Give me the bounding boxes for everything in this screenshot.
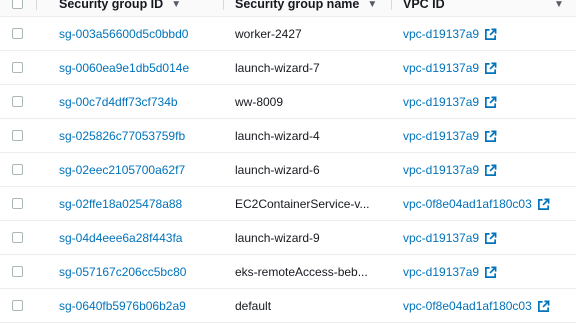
security-group-name: launch-wizard-4 (235, 129, 320, 143)
security-group-name: worker-2427 (235, 27, 302, 41)
security-group-name: ww-8009 (235, 95, 284, 109)
vpc-id-link[interactable]: vpc-d19137a9 (403, 153, 497, 187)
external-link-icon[interactable] (484, 164, 497, 177)
column-divider (36, 0, 37, 10)
row-checkbox[interactable] (12, 62, 23, 73)
vpc-id-link[interactable]: vpc-d19137a9 (403, 119, 497, 153)
security-group-name: EC2ContainerService-v... (235, 197, 370, 211)
vpc-id-text[interactable]: vpc-d19137a9 (403, 221, 479, 255)
security-group-id-link[interactable]: sg-00c7d4dff73cf734b (59, 85, 178, 119)
external-link-icon[interactable] (484, 232, 497, 245)
column-header-vpc-id[interactable]: VPC ID (403, 0, 445, 16)
row-checkbox[interactable] (12, 198, 23, 209)
vpc-id-link[interactable]: vpc-d19137a9 (403, 255, 497, 289)
security-group-id-link[interactable]: sg-04d4eee6a28f443fa (59, 221, 182, 255)
table-header: Security group ID ▼ Security group name … (0, 0, 576, 17)
security-group-id-link[interactable]: sg-057167c206cc5bc80 (59, 255, 186, 289)
column-header-security-group-id[interactable]: Security group ID ▼ (59, 0, 181, 16)
row-checkbox[interactable] (12, 300, 23, 311)
security-group-name: eks-remoteAccess-beb... (235, 265, 368, 279)
security-group-name: launch-wizard-9 (235, 231, 320, 245)
security-group-name: default (235, 299, 272, 313)
table-row[interactable]: sg-04d4eee6a28f443fa launch-wizard-9 vpc-d… (0, 221, 576, 255)
row-checkbox[interactable] (12, 164, 23, 175)
vpc-id-text[interactable]: vpc-d19137a9 (403, 153, 479, 187)
vpc-id-link[interactable]: vpc-d19137a9 (403, 51, 497, 85)
table-row[interactable]: sg-003a56600d5c0bbd0 worker-2427 vpc-d1913… (0, 17, 576, 51)
row-checkbox[interactable] (12, 266, 23, 277)
vpc-id-link[interactable]: vpc-d19137a9 (403, 85, 497, 119)
security-group-name: launch-wizard-7 (235, 61, 320, 75)
security-group-id-link[interactable]: sg-0060ea9e1db5d014e (59, 51, 189, 85)
vpc-id-text[interactable]: vpc-d19137a9 (403, 51, 479, 85)
security-group-id-link[interactable]: sg-003a56600d5c0bbd0 (59, 17, 188, 51)
security-group-id-link[interactable]: sg-025826c77053759fb (59, 119, 185, 153)
caret-down-icon[interactable]: ▼ (554, 0, 564, 16)
security-groups-table: Security group ID ▼ Security group name … (0, 0, 576, 324)
external-link-icon[interactable] (484, 96, 497, 109)
table-row[interactable]: sg-057167c206cc5bc80 eks-remoteAccess-beb… (0, 255, 576, 289)
security-group-id-link[interactable]: sg-02eec2105700a62f7 (59, 153, 185, 187)
vpc-id-text[interactable]: vpc-0f8e04ad1af180c03 (403, 187, 532, 221)
column-header-security-group-name[interactable]: Security group name ▼ (235, 0, 377, 16)
column-divider (391, 0, 392, 10)
table-row[interactable]: sg-0640fb5976b06b2a9 default vpc-0f8e04ad1… (0, 289, 576, 323)
column-header-label: Security group name (235, 0, 360, 11)
security-group-id-link[interactable]: sg-0640fb5976b06b2a9 (59, 289, 186, 323)
select-all-checkbox[interactable] (12, 0, 23, 9)
vpc-id-link[interactable]: vpc-d19137a9 (403, 221, 497, 255)
security-group-id-link[interactable]: sg-02ffe18a025478a88 (59, 187, 182, 221)
external-link-icon[interactable] (537, 198, 550, 211)
vpc-id-text[interactable]: vpc-d19137a9 (403, 17, 479, 51)
vpc-id-text[interactable]: vpc-0f8e04ad1af180c03 (403, 289, 532, 323)
caret-down-icon[interactable]: ▼ (171, 0, 181, 10)
vpc-id-link[interactable]: vpc-0f8e04ad1af180c03 (403, 187, 550, 221)
table-row[interactable]: sg-02eec2105700a62f7 launch-wizard-6 vpc-d… (0, 153, 576, 187)
vpc-id-text[interactable]: vpc-d19137a9 (403, 255, 479, 289)
external-link-icon[interactable] (484, 62, 497, 75)
table-row[interactable]: sg-025826c77053759fb launch-wizard-4 vpc-d… (0, 119, 576, 153)
column-header-label: Security group ID (59, 0, 164, 11)
vpc-id-text[interactable]: vpc-d19137a9 (403, 85, 479, 119)
external-link-icon[interactable] (484, 266, 497, 279)
row-checkbox[interactable] (12, 232, 23, 243)
vpc-id-link[interactable]: vpc-0f8e04ad1af180c03 (403, 289, 550, 323)
row-checkbox[interactable] (12, 28, 23, 39)
table-row[interactable]: sg-00c7d4dff73cf734b ww-8009 vpc-d19137a9 (0, 85, 576, 119)
row-checkbox[interactable] (12, 96, 23, 107)
caret-down-icon[interactable]: ▼ (367, 0, 377, 10)
vpc-id-link[interactable]: vpc-d19137a9 (403, 17, 497, 51)
column-header-label: VPC ID (403, 0, 445, 11)
column-divider (223, 0, 224, 10)
external-link-icon[interactable] (484, 130, 497, 143)
vpc-id-text[interactable]: vpc-d19137a9 (403, 119, 479, 153)
security-group-name: launch-wizard-6 (235, 163, 320, 177)
table-row[interactable]: sg-0060ea9e1db5d014e launch-wizard-7 vpc-d… (0, 51, 576, 85)
row-checkbox[interactable] (12, 130, 23, 141)
table-row[interactable]: sg-02ffe18a025478a88 EC2ContainerService-… (0, 187, 576, 221)
external-link-icon[interactable] (537, 300, 550, 313)
external-link-icon[interactable] (484, 28, 497, 41)
